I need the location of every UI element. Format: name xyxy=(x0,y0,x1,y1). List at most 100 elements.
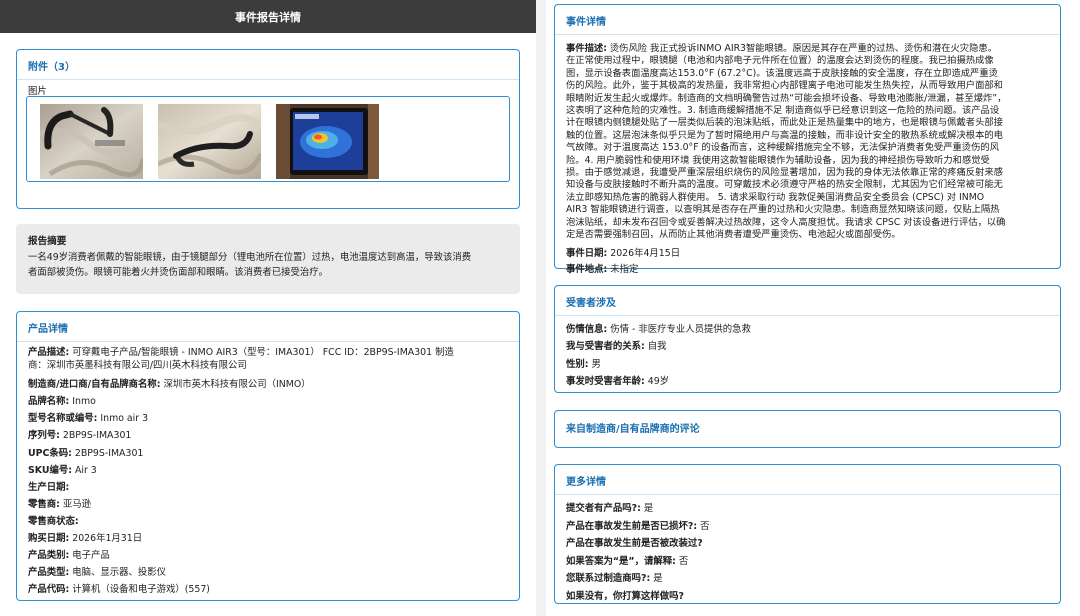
divider xyxy=(555,494,1060,495)
event-description-line: 气故障。对于温度高达 153.0°F 的设备而言，这种缓解措施完全不够，无法保护… xyxy=(566,142,1051,154)
field-label: 序列号: xyxy=(28,430,60,442)
event-description-line: 损。由于感觉减退，我遭受严重深层组织烧伤的风险显著增加，因为我的身体无法依靠正常… xyxy=(566,167,1051,179)
victim-field-list: 伤情信息: 伤情 - 非医疗专业人员提供的急救 我与受害者的关系: 自我 性别: 男… xyxy=(555,321,1060,391)
page-header: 事件报告详情 xyxy=(0,0,536,33)
victim-card: 受害者涉及 伤情信息: 伤情 - 非医疗专业人员提供的急救 我与受害者的关系: 自… xyxy=(554,285,1061,393)
field-value: 商：深圳市英墨科技有限公司/四川英木科技有限公司 xyxy=(28,359,247,371)
summary-title: 报告摘要 xyxy=(28,236,67,247)
event-location: 事件地点: 未指定 xyxy=(566,262,1049,279)
field-value: 气故障。对于温度高达 153.0°F 的设备而言，这种缓解措施完全不够，无法保护… xyxy=(566,142,999,154)
field-value: 触的位置。这层泡沫条似乎只是为了暂时隔绝用户与高温的接触，而非设计安全的散热系统… xyxy=(566,129,1003,141)
field-label: UPC条码: xyxy=(28,447,72,459)
field-value: 法立即感知热危害的脆弱人群使用。 5. 请求采取行动 我敦促美国消费品安全委员会… xyxy=(566,191,985,203)
product-description-cont: 商：深圳市英墨科技有限公司/四川英木科技有限公司 xyxy=(28,360,508,373)
field-label: 提交者有产品吗?: xyxy=(566,503,641,514)
attachments-title: 附件（3） xyxy=(28,62,75,73)
field-label: 型号名称或编号: xyxy=(28,413,98,425)
field-label: 如果没有，你打算这样做吗? xyxy=(566,590,684,602)
field-row: 伤情信息: 伤情 - 非医疗专业人员提供的急救 xyxy=(566,321,1049,338)
field-label: 事件描述: xyxy=(566,43,607,54)
field-row: 产品在事故发生前是否被改装过? xyxy=(566,535,1049,553)
field-row: 提交者有产品吗?: 是 xyxy=(566,500,1049,518)
field-label: 购买日期: xyxy=(28,533,70,545)
field-value: 是 xyxy=(643,503,654,514)
field-value: AIR3 智能眼镜进行调查，以查明其是否存在严重的过热和火灾隐患。制造商显然知晓… xyxy=(566,204,1000,216)
event-description-line: 这表明了这种危险的灾难性。3. 制造商缓解措施不足 制造商似乎已经意识到这一危险… xyxy=(566,105,1051,117)
field-value: 是 xyxy=(653,573,663,585)
field-value: 深圳市英木科技有限公司（INMO） xyxy=(163,379,311,391)
event-description-line: 伤的风险。此外，鉴于其极高的发热量，我非常担心内部锂离子电池可能发生热失控，从而… xyxy=(566,80,1051,92)
field-value: 亚马逊 xyxy=(62,498,91,510)
manufacturer-comments-card[interactable]: 来自制造商/自有品牌商的评论 xyxy=(554,410,1061,448)
field-value: 知设备与皮肤接触时不断升高的温度。可穿戴技术必须遵守严格的热安全限制，尤其因为它… xyxy=(566,179,1003,191)
field-value: 否 xyxy=(700,520,710,532)
field-row: 购买日期: 2026年1月31日 xyxy=(28,530,508,547)
field-value: 否 xyxy=(678,555,689,567)
product-description: 产品描述: 可穿戴电子产品/智能眼镜 - INMO AIR3（型号：IMA301… xyxy=(28,347,508,360)
field-value: Inmo xyxy=(72,396,96,408)
attachment-image-3[interactable] xyxy=(276,104,379,179)
manufacturer-comments-title[interactable]: 来自制造商/自有品牌商的评论 xyxy=(555,411,1060,435)
divider xyxy=(555,34,1060,35)
field-value: 伤的风险。此外，鉴于其极高的发热量，我非常担心内部锂离子电池可能发生热失控，从而… xyxy=(566,80,1003,92)
field-row: 零售商: 亚马逊 xyxy=(28,496,508,513)
field-label: 伤情信息: xyxy=(566,324,608,335)
field-label: 产品描述: xyxy=(28,347,70,358)
field-label: 品牌名称: xyxy=(28,396,70,408)
field-row: 生产日期: xyxy=(28,479,508,496)
field-value: 电脑、显示器、投影仪 xyxy=(72,567,166,579)
field-label: 零售商状态: xyxy=(28,515,79,527)
event-description-line: 眼睛附近发生起火或爆炸。制造商的文档明确警告过热“可能会损坏设备、导致电池膨胀/… xyxy=(566,93,1051,105)
images-label: 图片 xyxy=(28,86,47,97)
field-value: 伤情 - 非医疗专业人员提供的急救 xyxy=(610,324,751,335)
field-value: Air 3 xyxy=(74,464,97,476)
field-row: SKU编号: Air 3 xyxy=(28,462,508,479)
more-details-card: 更多详情 提交者有产品吗?: 是产品在事故发生前是否已损坏?: 否产品在事故发生… xyxy=(554,464,1061,604)
field-label: 产品类别: xyxy=(28,550,70,562)
field-value: 可穿戴电子产品/智能眼镜 - INMO AIR3（型号：IMA301） FCC … xyxy=(72,347,454,358)
field-label: 生产日期: xyxy=(28,481,70,493)
field-row: 制造商/进口商/自有品牌商名称: 深圳市英木科技有限公司（INMO） xyxy=(28,376,508,393)
field-value: 2BP9S-IMA301 xyxy=(74,447,144,459)
event-description-line: 事件描述: 烫伤风险 我正式投诉INMO AIR3智能眼镜。原因是其存在严重的过… xyxy=(566,43,1051,55)
event-description-line: 图，显示设备表面温度高达153.0°F (67.2°C)。该温度远高于皮肤接触的… xyxy=(566,68,1051,80)
field-value: 计算机（设备和电子游戏）(557) xyxy=(72,584,210,596)
field-row: 如果没有，你打算这样做吗? xyxy=(566,588,1049,606)
more-field-list: 提交者有产品吗?: 是产品在事故发生前是否已损坏?: 否产品在事故发生前是否被改… xyxy=(555,500,1060,606)
field-value: 图，显示设备表面温度高达153.0°F (67.2°C)。该温度远高于皮肤接触的… xyxy=(566,67,998,79)
field-row: 产品在事故发生前是否已损坏?: 否 xyxy=(566,518,1049,536)
event-description-line: 法立即感知热危害的脆弱人群使用。 5. 请求采取行动 我敦促美国消费品安全委员会… xyxy=(566,192,1051,204)
event-description-line: 在正常使用过程中，眼镜腿（电池和内部电子元件所在位置）的温度会达到烫伤的程度。我… xyxy=(566,55,1051,67)
field-label: 性别: xyxy=(566,358,589,370)
field-value: 险。4. 用户脆弱性和使用环境 我使用这款智能眼镜作为辅助设备，因为我的神经损伤… xyxy=(566,154,990,166)
field-value: 2026年4月15日 xyxy=(610,247,681,259)
field-row: 型号名称或编号: Inmo air 3 xyxy=(28,410,508,427)
field-value: 眼睛附近发生起火或爆炸。制造商的文档明确警告过热“可能会损坏设备、导致电池膨胀/… xyxy=(566,92,1007,104)
event-details-title: 事件详情 xyxy=(566,17,606,28)
left-panel: 事件报告详情 附件（3） 图片 报告摘要 一名49岁消费者佩戴的智能眼镜，由于镜… xyxy=(0,0,536,616)
field-value: 损。由于感觉减退，我遭受严重深层组织烧伤的风险显著增加，因为我的身体无法依靠正常… xyxy=(566,167,1003,179)
field-row: 品牌名称: Inmo xyxy=(28,393,508,410)
report-summary: 报告摘要 一名49岁消费者佩戴的智能眼镜，由于镜腿部分（锂电池所在位置）过热，电… xyxy=(16,224,520,294)
field-label: 产品在事故发生前是否已损坏?: xyxy=(566,520,698,532)
attachment-image-2[interactable] xyxy=(158,104,261,179)
event-date: 事件日期: 2026年4月15日 xyxy=(566,246,1049,263)
field-label: 制造商/进口商/自有品牌商名称: xyxy=(28,379,161,391)
field-value: 男 xyxy=(591,358,601,370)
field-row: 产品代码: 计算机（设备和电子游戏）(557) xyxy=(28,581,508,598)
field-value: 计在眼镜内侧镜腿处贴了一层类似后装的泡沫贴纸，而此处正是热量集中的地方，也是眼镜… xyxy=(566,117,1003,129)
field-row: 您联系过制造商吗?: 是 xyxy=(566,570,1049,588)
field-value: 2026年1月31日 xyxy=(72,533,143,545)
field-row: 如果答案为“是”，请解释: 否 xyxy=(566,553,1049,571)
field-row: UPC条码: 2BP9S-IMA301 xyxy=(28,445,508,462)
field-value: 2BP9S-IMA301 xyxy=(62,430,132,442)
event-description-line: 知设备与皮肤接触时不断升高的温度。可穿戴技术必须遵守严格的热安全限制，尤其因为它… xyxy=(566,179,1051,191)
field-row: 序列号: 2BP9S-IMA301 xyxy=(28,427,508,444)
field-value: 电子产品 xyxy=(72,550,110,562)
product-rows: 产品描述: 可穿戴电子产品/智能眼镜 - INMO AIR3（型号：IMA301… xyxy=(17,347,519,598)
attachment-image-1[interactable] xyxy=(40,104,143,179)
event-description-line: 触的位置。这层泡沫条似乎只是为了暂时隔绝用户与高温的接触，而非设计安全的散热系统… xyxy=(566,130,1051,142)
product-details-title: 产品详情 xyxy=(28,324,68,335)
summary-text-line-2: 者面部被烫伤。眼镜可能着火并烫伤面部和眼睛。该消费者已接受治疗。 xyxy=(28,267,329,278)
divider xyxy=(555,315,1060,316)
